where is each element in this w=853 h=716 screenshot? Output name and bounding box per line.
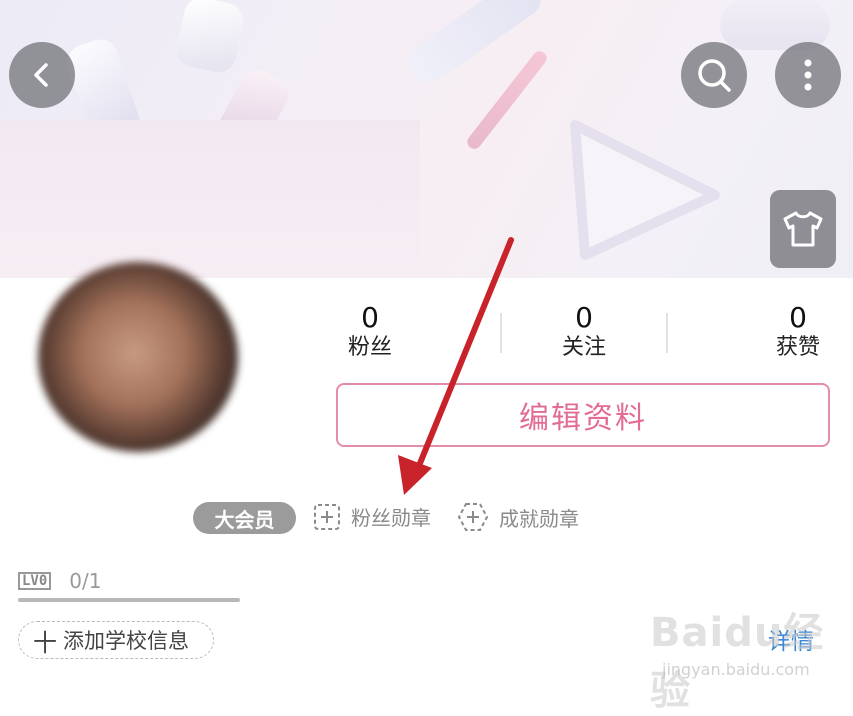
profile-banner bbox=[0, 0, 853, 278]
edit-profile-button[interactable]: 编辑资料 bbox=[336, 383, 830, 447]
stat-value: 0 bbox=[575, 301, 593, 334]
avatar[interactable] bbox=[38, 262, 238, 452]
banner-decoration bbox=[173, 0, 247, 76]
watermark-url: jingyan.baidu.com bbox=[662, 660, 810, 679]
stat-label: 关注 bbox=[561, 335, 606, 360]
banner-decoration bbox=[0, 120, 420, 278]
dress-up-button[interactable] bbox=[770, 190, 836, 268]
stat-following[interactable]: 0 关注 bbox=[534, 302, 634, 362]
level-info: LV0 0/1 bbox=[18, 569, 101, 593]
level-progress-bar bbox=[18, 598, 240, 602]
add-badge-icon bbox=[314, 503, 340, 530]
play-triangle-decoration bbox=[570, 120, 720, 260]
fan-badge-label: 粉丝勋章 bbox=[351, 506, 431, 530]
level-exp: 0/1 bbox=[69, 569, 102, 593]
back-button[interactable] bbox=[9, 42, 75, 108]
stat-value: 0 bbox=[361, 301, 379, 334]
plus-icon: 十 bbox=[33, 628, 57, 657]
stat-divider bbox=[500, 313, 502, 353]
stat-value: 0 bbox=[789, 301, 807, 334]
detail-link[interactable]: 详情 bbox=[768, 622, 814, 656]
fan-badge-button[interactable]: 粉丝勋章 bbox=[313, 502, 431, 531]
add-school-label: 添加学校信息 bbox=[63, 629, 189, 653]
stat-divider bbox=[666, 313, 668, 353]
chevron-left-icon bbox=[34, 63, 48, 87]
stat-label: 获赞 bbox=[775, 335, 820, 360]
watermark-logo-text: Baidu经验 bbox=[650, 610, 825, 714]
level-tag: LV0 bbox=[18, 572, 52, 590]
vip-badge[interactable]: 大会员 bbox=[193, 502, 296, 534]
achievement-badge-button[interactable]: 成就勋章 bbox=[457, 502, 579, 532]
search-button[interactable] bbox=[681, 42, 747, 108]
stat-likes[interactable]: 0 获赞 bbox=[748, 302, 848, 362]
tshirt-icon bbox=[783, 211, 823, 247]
stat-label: 粉丝 bbox=[347, 335, 392, 360]
search-icon bbox=[698, 59, 731, 92]
add-achievement-icon bbox=[457, 503, 489, 531]
baidu-jingyan-watermark: Baidu经验 jingyan.baidu.com bbox=[650, 600, 850, 714]
stat-fans[interactable]: 0 粉丝 bbox=[320, 302, 420, 362]
more-button[interactable] bbox=[775, 42, 841, 108]
more-vertical-icon bbox=[804, 59, 812, 91]
add-school-button[interactable]: 十 添加学校信息 bbox=[18, 621, 214, 659]
banner-decoration bbox=[464, 48, 550, 152]
achievement-badge-label: 成就勋章 bbox=[499, 506, 579, 531]
